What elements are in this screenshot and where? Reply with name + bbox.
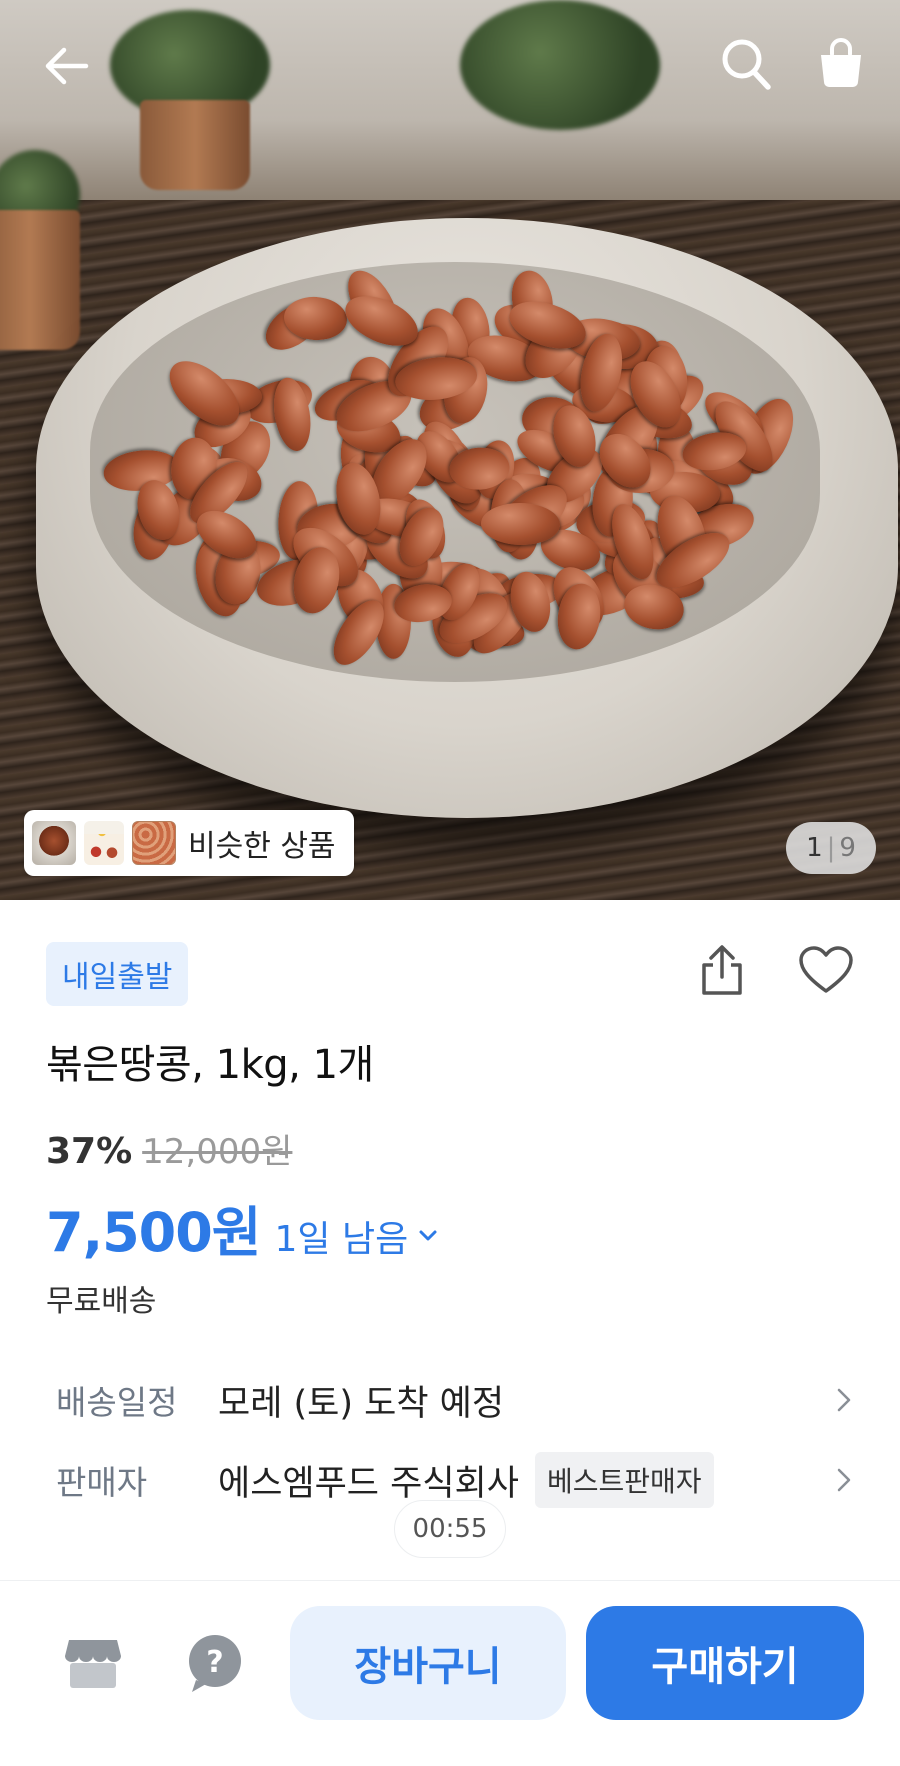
product-image-carousel[interactable] <box>0 0 900 900</box>
pot-decoration <box>0 210 80 350</box>
chevron-right-icon <box>832 1382 856 1418</box>
total-pages: 9 <box>839 833 856 863</box>
dispatch-badge: 내일출발 <box>46 942 189 1006</box>
chevron-right-icon <box>832 1462 856 1498</box>
shopping-bag-icon <box>821 38 861 87</box>
wishlist-button[interactable] <box>796 940 856 1000</box>
product-detail-page: 비슷한 상품 1 | 9 내일출발 볶은땅콩, 1kg, 1개 37% 12,0… <box>0 0 900 1766</box>
time-remaining-label: 1일 남음 <box>274 1219 409 1260</box>
add-to-cart-button[interactable]: 장바구니 <box>290 1606 566 1720</box>
timer-pill: 00:55 <box>394 1500 506 1558</box>
discount-row: 37% 12,000원 <box>46 1124 292 1173</box>
time-remaining-toggle[interactable]: 1일 남음 <box>275 1210 439 1262</box>
heart-icon <box>799 946 853 993</box>
peanuts-image <box>96 262 816 674</box>
back-button[interactable] <box>36 36 96 96</box>
store-button[interactable] <box>60 1630 126 1696</box>
price-row: 7,500원 1일 남음 <box>46 1188 438 1267</box>
seller-label: 판매자 <box>56 1463 148 1502</box>
delivery-schedule-row[interactable]: 배송일정 모레 (토) 도착 예정 <box>56 1372 856 1428</box>
best-seller-badge: 베스트판매자 <box>534 1452 714 1508</box>
search-button[interactable] <box>716 32 776 96</box>
store-icon <box>65 1640 121 1688</box>
cart-header-button[interactable] <box>810 34 872 94</box>
chevron-down-icon <box>419 1230 437 1241</box>
similar-product-thumbnail <box>84 821 124 865</box>
similar-products-label: 비슷한 상품 <box>188 829 336 864</box>
product-title: 볶은땅콩, 1kg, 1개 <box>46 1042 374 1088</box>
peanut <box>480 502 561 546</box>
pot-decoration <box>140 100 250 190</box>
svg-text:?: ? <box>206 1645 223 1680</box>
sale-price: 7,500원 <box>46 1201 261 1264</box>
delivery-value: 모레 (토) 도착 예정 <box>218 1383 505 1424</box>
arrow-left-icon <box>45 47 89 85</box>
image-page-counter: 1 | 9 <box>786 822 876 874</box>
share-icon <box>702 945 742 995</box>
buy-now-button[interactable]: 구매하기 <box>586 1606 864 1720</box>
similar-product-thumbnail <box>32 821 76 865</box>
shipping-info: 무료배송 <box>46 1284 157 1319</box>
current-page: 1 <box>806 833 823 863</box>
discount-rate: 37% <box>46 1131 133 1172</box>
page-separator: | <box>826 833 836 863</box>
plant-decoration <box>460 0 660 130</box>
search-icon <box>722 39 771 90</box>
similar-products-button[interactable]: 비슷한 상품 <box>24 810 354 876</box>
original-price: 12,000원 <box>142 1132 293 1172</box>
inquiry-button[interactable]: ? <box>182 1630 248 1696</box>
seller-value: 에스엠푸드 주식회사 <box>218 1463 519 1504</box>
share-button[interactable] <box>692 938 752 1002</box>
question-bubble-icon: ? <box>189 1635 241 1692</box>
delivery-label: 배송일정 <box>56 1383 178 1422</box>
similar-product-thumbnail <box>132 821 176 865</box>
